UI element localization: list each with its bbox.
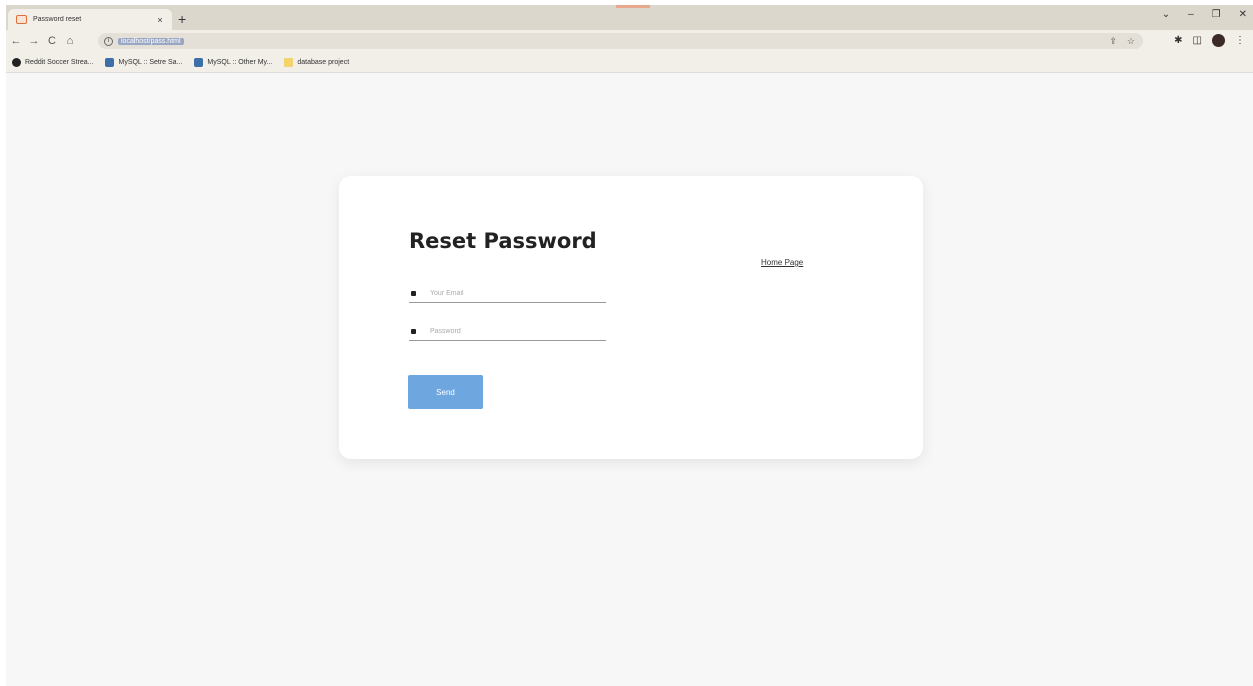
bookmark-label: MySQL :: Setre Sa... [118,58,183,66]
mysql-icon [105,57,115,67]
page-title: Reset Password [409,229,597,253]
forward-icon[interactable]: → [26,35,42,47]
close-window-icon[interactable]: ✕ [1239,9,1247,20]
bookmark-label: database project [297,58,350,66]
omnibox-actions: ⇪ ☆ [1109,36,1135,47]
page-favicon-icon [16,15,27,24]
home-page-link[interactable]: Home Page [761,258,803,267]
side-panel-icon[interactable]: ◫ [1193,35,1202,46]
share-icon[interactable]: ⇪ [1109,36,1117,47]
window-controls: ⌄ – ❐ ✕ [1162,9,1247,20]
bookmarks-bar: Reddit Soccer Strea... MySQL :: Setre Sa… [6,52,1253,73]
back-icon[interactable]: ← [8,35,24,47]
address-url[interactable]: localhost/pass.html [118,37,184,45]
tab-search-icon[interactable]: ⌄ [1162,9,1170,20]
bookmark-folder[interactable]: database project [284,57,350,67]
bookmark-item[interactable]: MySQL :: Setre Sa... [105,57,183,67]
new-tab-button[interactable]: + [178,12,186,26]
send-button[interactable]: Send [408,375,483,409]
restore-icon[interactable]: ❐ [1212,9,1221,20]
close-tab-icon[interactable]: × [154,15,166,25]
lock-icon [411,328,416,334]
folder-icon [284,57,294,67]
browser-toolbar: ← → C ⌂ i localhost/pass.html ⇪ ☆ ✱ ◫ ⋮ [6,30,1253,52]
star-bookmark-icon[interactable]: ☆ [1127,36,1135,47]
minimize-icon[interactable]: – [1188,9,1194,20]
tab-title: Password reset [33,16,82,23]
reddit-icon [12,57,21,67]
email-field [409,284,606,303]
toolbar-right: ✱ ◫ ⋮ [1174,34,1245,47]
profile-avatar-icon[interactable] [1212,34,1225,47]
browser-window: Password reset × + ⌄ – ❐ ✕ ← → C ⌂ i loc… [6,5,1253,686]
email-input[interactable] [428,288,602,298]
reload-icon[interactable]: C [44,35,60,47]
password-field [409,322,606,341]
password-input[interactable] [428,326,602,336]
window-accent [616,5,650,8]
reset-password-card: Reset Password Home Page Send [339,176,923,459]
envelope-icon [411,290,416,296]
address-bar[interactable]: i localhost/pass.html ⇪ ☆ [98,33,1143,49]
tab-strip: Password reset × + ⌄ – ❐ ✕ [6,5,1253,30]
tab-password-reset[interactable]: Password reset × [8,9,172,30]
bookmark-label: Reddit Soccer Strea... [25,58,94,66]
extensions-icon[interactable]: ✱ [1174,35,1182,46]
bookmark-item[interactable]: Reddit Soccer Strea... [12,57,94,67]
bookmark-label: MySQL :: Other My... [207,58,273,66]
site-info-icon[interactable]: i [104,36,113,46]
home-icon[interactable]: ⌂ [62,35,78,47]
bookmark-item[interactable]: MySQL :: Other My... [194,57,273,67]
mysql-icon [194,57,204,67]
menu-kebab-icon[interactable]: ⋮ [1235,35,1245,46]
